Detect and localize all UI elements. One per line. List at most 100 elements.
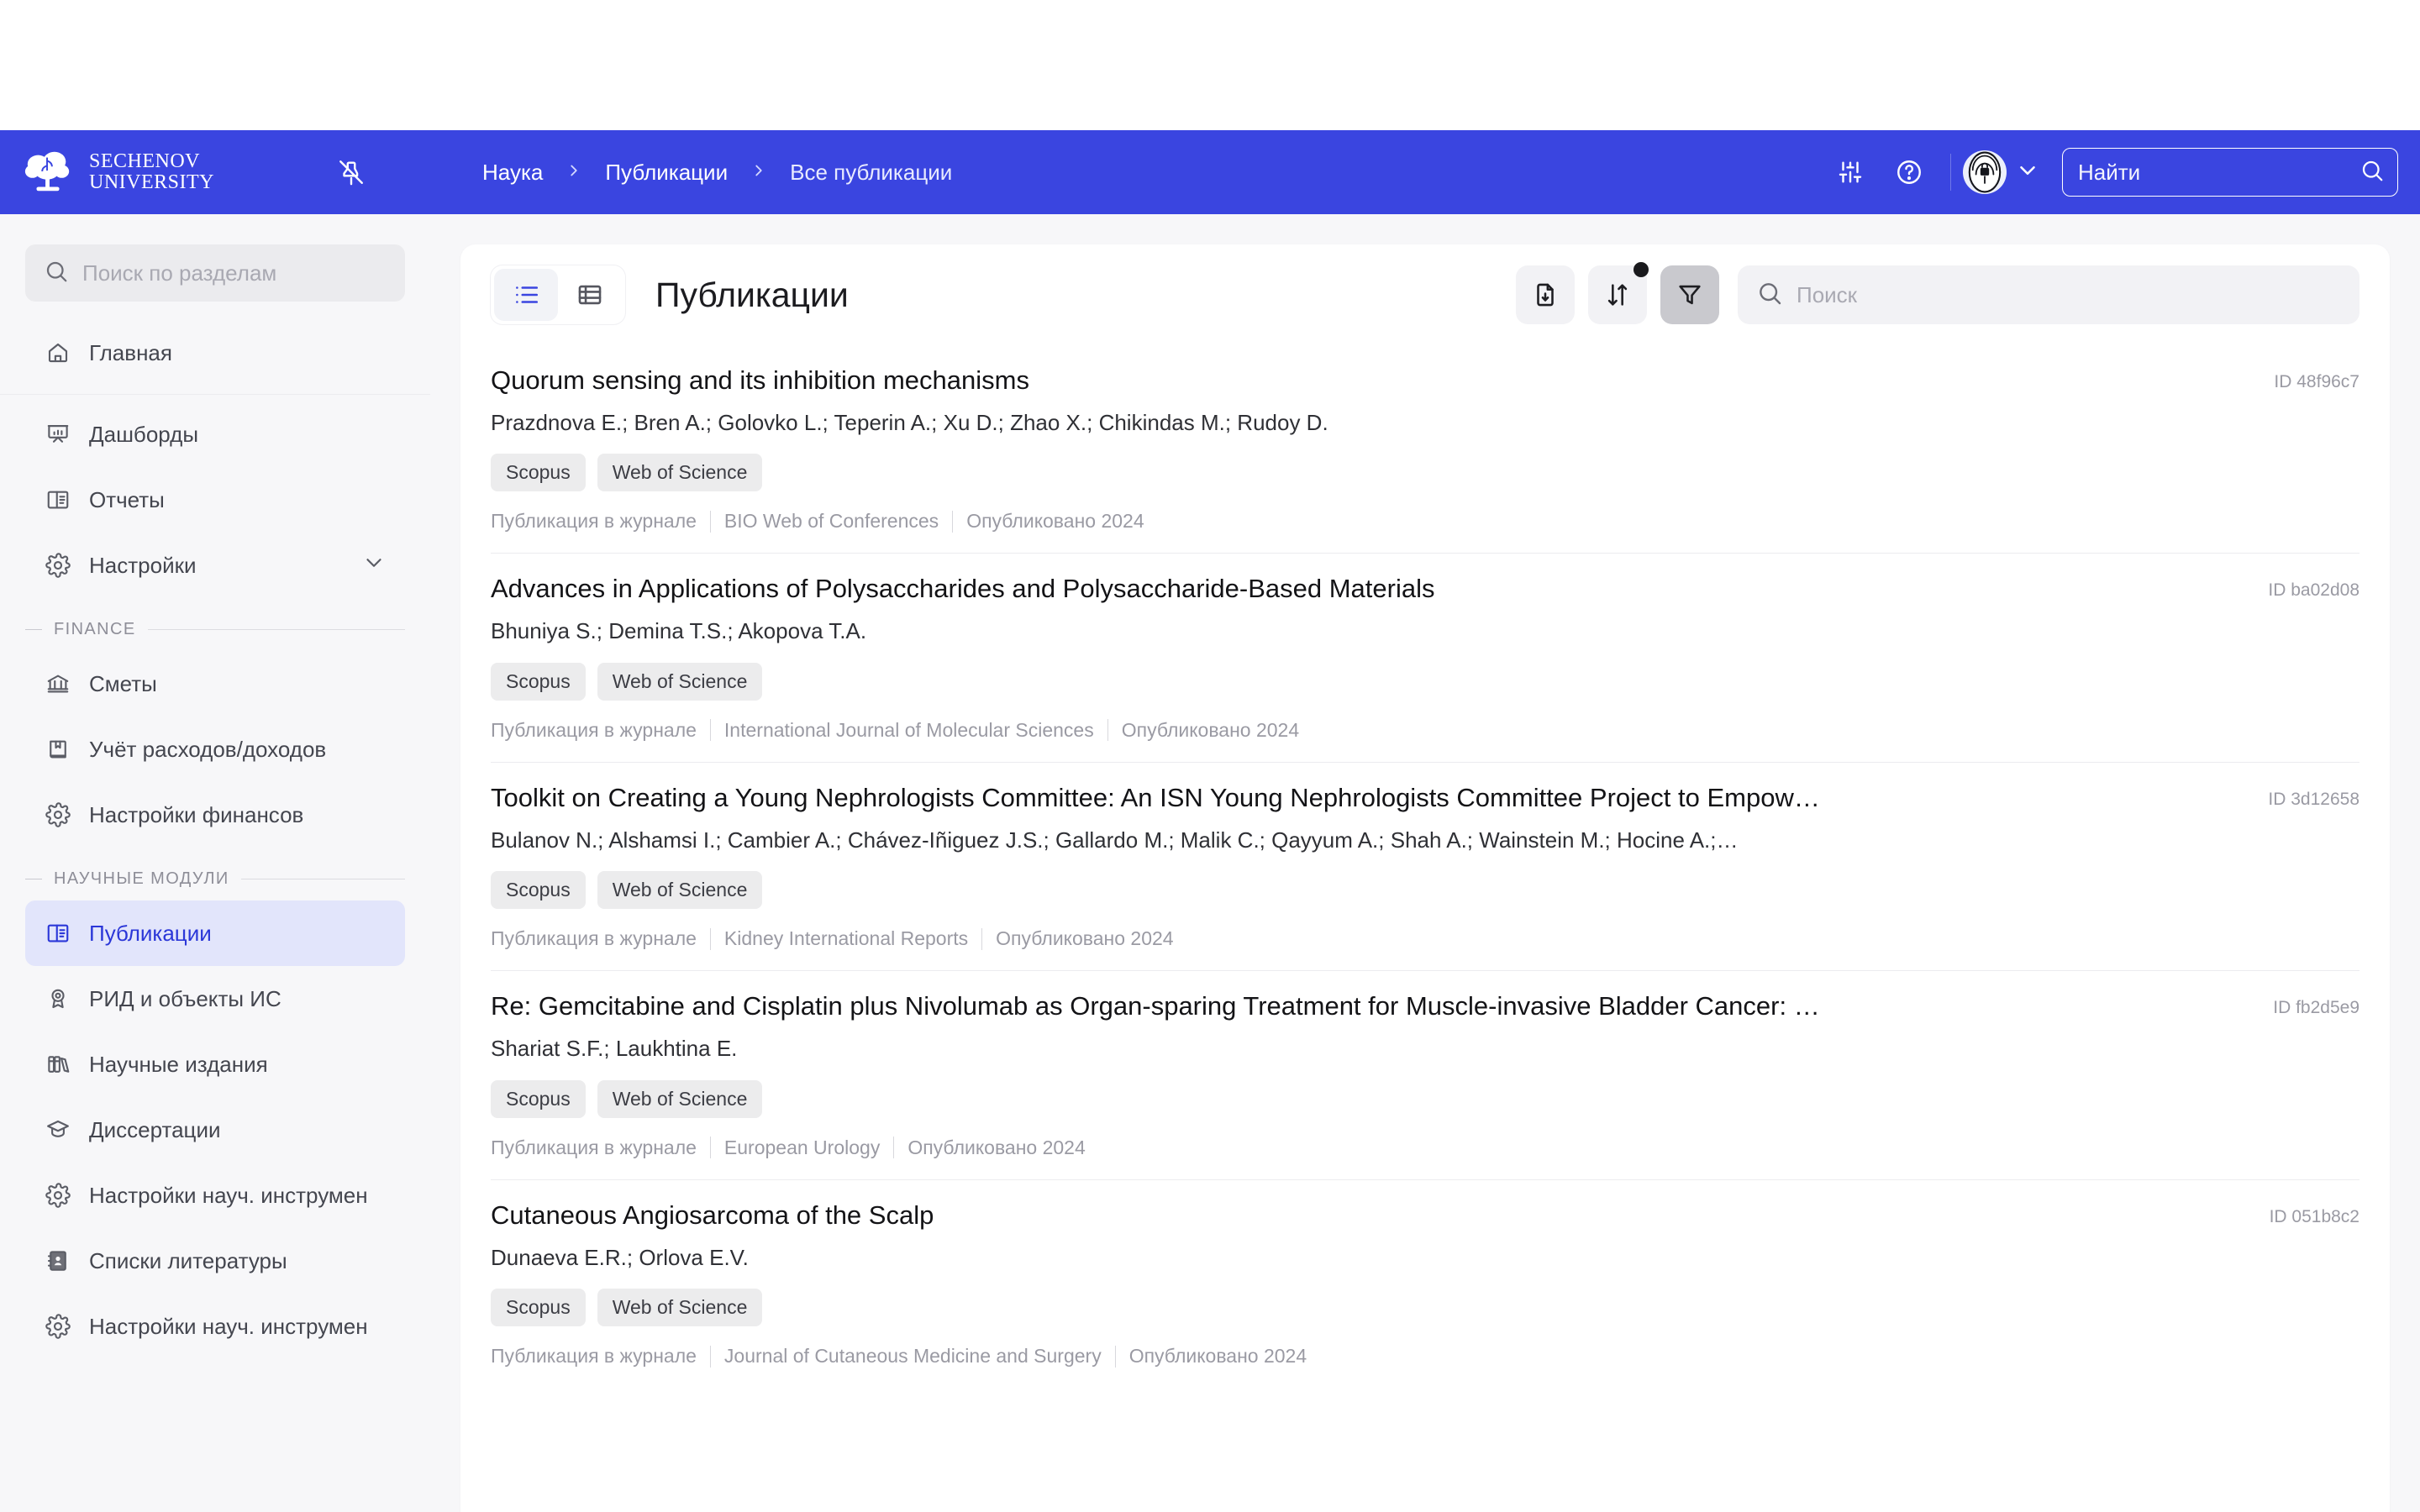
meta-separator: [709, 510, 711, 533]
publication-tags: Scopus Web of Science: [491, 1289, 2360, 1327]
meta-separator: [893, 1137, 895, 1159]
publications-search[interactable]: [1738, 265, 2360, 324]
sidebar-item-label: Дашборды: [89, 421, 198, 447]
publication-id: ID 051b8c2: [2269, 1206, 2360, 1226]
header-search-input[interactable]: [2078, 159, 2360, 186]
search-icon: [44, 259, 69, 288]
publication-row[interactable]: Advances in Applications of Polysacchari…: [491, 554, 2360, 763]
table-view-button[interactable]: [558, 269, 622, 321]
tag-scopus[interactable]: Scopus: [491, 662, 586, 701]
header-actions: [1821, 143, 2420, 202]
tag-web-of-science[interactable]: Web of Science: [597, 871, 763, 910]
chevron-down-icon: [2015, 158, 2040, 187]
tag-web-of-science[interactable]: Web of Science: [597, 1079, 763, 1118]
publication-meta: Публикация в журнале BIO Web of Conferen…: [491, 510, 2360, 533]
sidebar-item-label: Учёт расходов/доходов: [89, 736, 327, 762]
top-header-bar: SECHENOV UNIVERSITY Наука Публикации Все…: [0, 130, 2420, 214]
sidebar-item-glavnaya[interactable]: Главная: [25, 320, 405, 386]
publication-status: Опубликовано 2024: [908, 1136, 1086, 1158]
user-menu[interactable]: [1963, 150, 2040, 194]
sidebar-item-nastroyki-finansov[interactable]: Настройки финансов: [25, 782, 405, 848]
sliders-icon[interactable]: [1821, 143, 1880, 202]
view-mode-toggle: [491, 265, 625, 324]
toolbar-actions: [1516, 262, 2360, 324]
publication-title[interactable]: Cutaneous Angiosarcoma of the Scalp: [491, 1199, 934, 1232]
funnel-icon: [1679, 285, 1701, 305]
section-rule: [147, 629, 405, 630]
sort-button[interactable]: [1588, 262, 1649, 324]
publication-meta: Публикация в журнале International Journ…: [491, 719, 2360, 742]
sidebar-item-nastroyki-nauch-instrumentov-2[interactable]: Настройки науч. инструмен: [25, 1294, 405, 1359]
filter-button[interactable]: [1660, 265, 1719, 324]
tag-web-of-science[interactable]: Web of Science: [597, 1289, 763, 1327]
search-icon: [1756, 280, 1783, 311]
chevron-down-icon[interactable]: [361, 550, 387, 581]
publication-title[interactable]: Quorum sensing and its inhibition mechan…: [491, 364, 1029, 397]
gear-icon: [44, 1181, 72, 1210]
publication-type: Публикация в журнале: [491, 1345, 697, 1368]
publication-meta: Публикация в журнале European Urology Оп…: [491, 1137, 2360, 1159]
sidebar-item-label: Диссертации: [89, 1116, 221, 1142]
tag-web-of-science[interactable]: Web of Science: [597, 454, 763, 492]
publication-journal: Kidney International Reports: [723, 927, 969, 950]
sidebar-item-spiski-literatury[interactable]: Списки литературы: [25, 1228, 405, 1294]
app-root: SECHENOV UNIVERSITY Наука Публикации Все…: [0, 0, 2420, 1512]
help-circle-icon[interactable]: [1880, 143, 1939, 202]
brand-logo-block[interactable]: SECHENOV UNIVERSITY: [0, 146, 319, 198]
meta-separator: [952, 510, 954, 533]
sidebar-item-uchet-raskhodov[interactable]: Учёт расходов/доходов: [25, 717, 405, 782]
publication-title[interactable]: Re: Gemcitabine and Cisplatin plus Nivol…: [491, 990, 1820, 1023]
publication-title[interactable]: Toolkit on Creating a Young Nephrologist…: [491, 781, 1820, 815]
sidebar-item-nastroyki-nauch-instrumentov-1[interactable]: Настройки науч. инструмен: [25, 1163, 405, 1228]
export-button[interactable]: [1516, 265, 1575, 324]
sidebar-item-otchety[interactable]: Отчеты: [25, 467, 405, 533]
sidebar-item-nastroyki[interactable]: Настройки: [25, 533, 405, 598]
publication-status: Опубликовано 2024: [966, 510, 1144, 533]
publication-header: Advances in Applications of Polysacchari…: [491, 572, 2360, 606]
sidebar-search-input[interactable]: [82, 260, 387, 286]
sidebar-item-label: Научные издания: [89, 1051, 268, 1077]
sidebar-item-smety[interactable]: Сметы: [25, 651, 405, 717]
meta-separator: [709, 1345, 711, 1368]
sidebar-item-dashbordy[interactable]: Дашборды: [25, 402, 405, 467]
publication-title[interactable]: Advances in Applications of Polysacchari…: [491, 572, 1435, 606]
publication-header: Cutaneous Angiosarcoma of the Scalp ID 0…: [491, 1199, 2360, 1232]
header-divider: [1950, 154, 1951, 191]
tag-scopus[interactable]: Scopus: [491, 454, 586, 492]
tag-scopus[interactable]: Scopus: [491, 871, 586, 910]
publications-search-input[interactable]: [1797, 281, 2341, 308]
publication-authors: Bulanov N.; Alshamsi I.; Cambier A.; Chá…: [491, 827, 1739, 853]
publications-list: Quorum sensing and its inhibition mechan…: [460, 345, 2390, 1388]
tag-scopus[interactable]: Scopus: [491, 1079, 586, 1118]
sidebar-item-label: Главная: [89, 339, 172, 365]
breadcrumb-item-0[interactable]: Наука: [482, 160, 543, 186]
section-label: НАУЧНЫЕ МОДУЛИ: [54, 869, 229, 888]
breadcrumb-item-2[interactable]: Все публикации: [790, 160, 952, 186]
sidebar-item-publikatsii[interactable]: Публикации: [25, 900, 405, 966]
sidebar-item-label: Настройки науч. инструмен: [89, 1313, 368, 1339]
file-download-icon: [1537, 283, 1554, 307]
brand-line-2: UNIVERSITY: [89, 171, 214, 193]
breadcrumb-item-1[interactable]: Публикации: [605, 160, 728, 186]
publication-row[interactable]: Quorum sensing and its inhibition mechan…: [491, 345, 2360, 554]
publication-row[interactable]: Cutaneous Angiosarcoma of the Scalp ID 0…: [491, 1180, 2360, 1388]
publication-authors: Dunaeva E.R.; Orlova E.V.: [491, 1244, 749, 1270]
meta-separator: [709, 927, 711, 950]
list-icon: [516, 286, 539, 303]
sidebar-item-nauchnye-izdaniya[interactable]: Научные издания: [25, 1032, 405, 1097]
sidebar-search[interactable]: [25, 244, 405, 302]
publication-id: ID fb2d5e9: [2273, 998, 2360, 1018]
list-view-button[interactable]: [494, 269, 558, 321]
pin-off-icon[interactable]: [329, 150, 373, 194]
publication-id: ID 48f96c7: [2274, 372, 2360, 391]
avatar: [1963, 150, 2007, 194]
sidebar-item-dissertatsii[interactable]: Диссертации: [25, 1097, 405, 1163]
tag-scopus[interactable]: Scopus: [491, 1289, 586, 1327]
publication-row[interactable]: Toolkit on Creating a Young Nephrologist…: [491, 763, 2360, 972]
sidebar-nav: Главная Дашборды Отчеты Настройки FINANC…: [0, 320, 430, 1359]
publication-status: Опубликовано 2024: [996, 927, 1174, 950]
header-search[interactable]: [2062, 148, 2398, 197]
publication-row[interactable]: Re: Gemcitabine and Cisplatin plus Nivol…: [491, 971, 2360, 1180]
sidebar-item-rid-i-obekty-is[interactable]: РИД и объекты ИС: [25, 966, 405, 1032]
tag-web-of-science[interactable]: Web of Science: [597, 662, 763, 701]
